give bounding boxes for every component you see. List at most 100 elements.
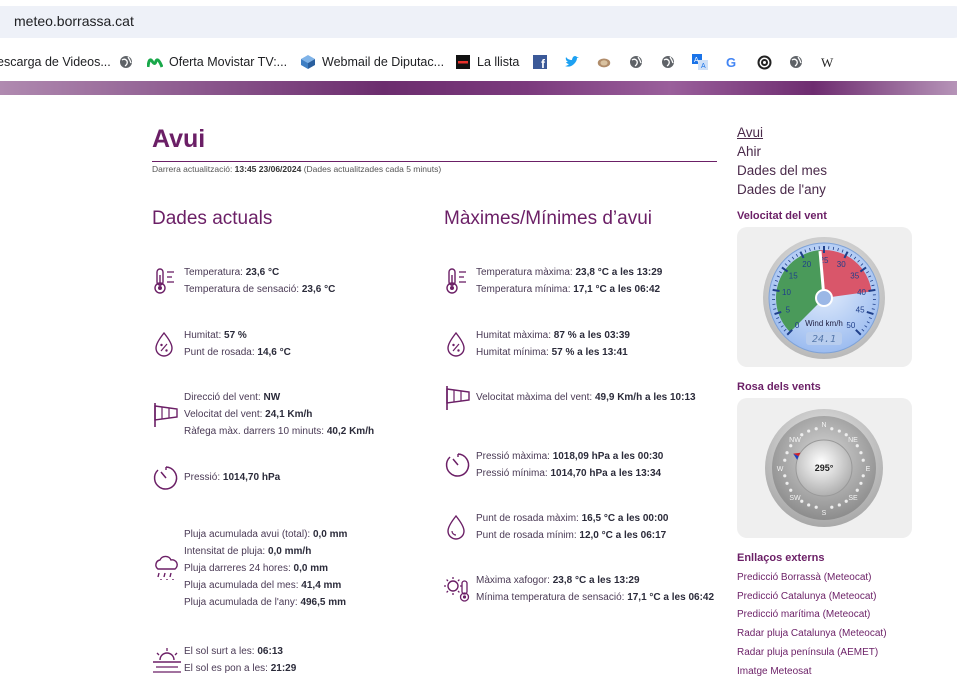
wind-rose-gauge: N NE E SE S SW W NW 295° xyxy=(737,398,912,538)
nav-month[interactable]: Dades del mes xyxy=(737,161,827,180)
data-row: Velocitat màxima del vent: 49,9 Km/h a l… xyxy=(476,389,696,406)
address-bar[interactable]: meteo.borrassa.cat xyxy=(0,0,957,45)
maxmin-pressure-block: Pressió màxima: 1018,09 hPa a les 00:30 P… xyxy=(476,448,663,482)
bookmark-item[interactable]: escarga de Videos... xyxy=(0,52,111,72)
data-value: 57 % a les 13:41 xyxy=(551,347,628,358)
rose-label: E xyxy=(866,466,871,473)
data-label: Humitat màxima: xyxy=(476,330,554,341)
bookmark-item[interactable] xyxy=(564,52,586,72)
external-links-heading: Enllaços externs xyxy=(737,552,825,564)
data-value: 06:13 xyxy=(257,646,283,657)
rain-icon xyxy=(152,555,180,583)
data-label: Punt de rosada mínim: xyxy=(476,530,580,541)
movistar-icon xyxy=(147,54,163,70)
data-value: 0,0 mm xyxy=(312,529,348,540)
data-value: 0,0 mm/h xyxy=(267,546,312,557)
bookmark-label: La llista xyxy=(477,55,520,69)
data-row: Direcció del vent: NW xyxy=(184,389,374,406)
bookmark-item[interactable]: AA xyxy=(692,52,714,72)
data-row: Pluja acumulada del mes: 41,4 mm xyxy=(184,577,347,594)
gauge-hub xyxy=(815,289,833,307)
data-value: 49,9 Km/h a les 10:13 xyxy=(594,392,696,403)
gauge-tick-label: 40 xyxy=(857,288,866,297)
url-pill[interactable] xyxy=(0,6,957,38)
nav-yesterday[interactable]: Ahir xyxy=(737,142,827,161)
gauge-tick xyxy=(868,288,876,292)
rose-dot xyxy=(785,451,789,455)
gauge-unit-label: Wind km/h xyxy=(805,319,843,328)
data-row: Pluja acumulada avui (total): 0,0 mm xyxy=(184,526,347,543)
rose-dot xyxy=(861,474,865,478)
bookmark-item[interactable]: Oferta Movistar TV:... xyxy=(147,52,287,72)
data-value: 23,6 °C xyxy=(245,267,280,278)
data-label: Pressió màxima: xyxy=(476,451,553,462)
current-sun-block: El sol surt a les: 06:13 El sol es pon a … xyxy=(184,643,296,677)
cube-icon xyxy=(300,54,316,70)
data-value: 1014,70 hPa a les 13:34 xyxy=(550,468,662,479)
link-meteosat[interactable]: Imatge Meteosat xyxy=(737,663,887,682)
rose-dot xyxy=(800,433,804,437)
data-label: Màxima xafogor: xyxy=(476,575,553,586)
data-row: Velocitat del vent: 24,1 Km/h xyxy=(184,406,374,423)
title-divider xyxy=(152,161,717,162)
link-prediccio-borrassa[interactable]: Predicció Borrassà (Meteocat) xyxy=(737,569,887,588)
link-radar-catalunya[interactable]: Radar pluja Catalunya (Meteocat) xyxy=(737,625,887,644)
barometer-icon xyxy=(444,451,472,479)
globe-icon xyxy=(628,54,644,70)
current-pressure-block: Pressió: 1014,70 hPa xyxy=(184,469,280,486)
data-label: Pluja acumulada avui (total): xyxy=(184,529,313,540)
bookmark-item[interactable]: W xyxy=(820,52,842,72)
current-temp-block: Temperatura: 23,6 °C Temperatura de sensa… xyxy=(184,264,335,298)
data-row: Pressió mínima: 1014,70 hPa a les 13:34 xyxy=(476,465,663,482)
bookmark-item[interactable]: La llista xyxy=(455,52,519,72)
data-label: Humitat: xyxy=(184,330,225,341)
current-humidity-block: Humitat: 57 % Punt de rosada: 14,6 °C xyxy=(184,327,291,361)
data-label: Pluja acumulada de l'any: xyxy=(184,597,301,608)
bookmark-item[interactable] xyxy=(118,52,140,72)
bookmark-item[interactable]: G xyxy=(724,52,746,72)
data-row: El sol es pon a les: 21:29 xyxy=(184,660,296,677)
data-value: 23,6 °C xyxy=(301,284,336,295)
rose-dot xyxy=(859,481,863,485)
rose-label: SW xyxy=(789,495,801,502)
data-value: 1014,70 hPa xyxy=(222,472,281,483)
data-value: 1018,09 hPa a les 00:30 xyxy=(552,451,664,462)
wind-rose-dial: N NE E SE S SW W NW 295° xyxy=(765,409,883,527)
data-row: Temperatura mínima: 17,1 °C a les 06:42 xyxy=(476,281,662,298)
bookmark-item[interactable]: f xyxy=(532,52,554,72)
link-prediccio-maritima[interactable]: Predicció marítima (Meteocat) xyxy=(737,606,887,625)
current-data-heading: Dades actuals xyxy=(152,208,273,229)
gauge-tick xyxy=(772,288,780,292)
bookmark-item[interactable] xyxy=(756,52,778,72)
data-label: Direcció del vent: xyxy=(184,392,264,403)
rose-dot xyxy=(807,503,811,507)
data-label: Punt de rosada: xyxy=(184,347,258,358)
data-label: Punt de rosada màxim: xyxy=(476,513,582,524)
humidity-icon xyxy=(152,330,180,358)
windsock-icon xyxy=(444,384,472,412)
data-row: Mínima temperatura de sensació: 17,1 °C … xyxy=(476,589,714,606)
data-value: 57 % xyxy=(224,330,247,341)
nav-year[interactable]: Dades de l'any xyxy=(737,180,827,199)
rose-dot xyxy=(785,481,789,485)
bookmark-item[interactable] xyxy=(788,52,810,72)
data-row: Pluja acumulada de l'any: 496,5 mm xyxy=(184,594,347,611)
data-label: Pluja acumulada del mes: xyxy=(184,580,302,591)
data-label: Temperatura de sensació: xyxy=(184,284,302,295)
bookmark-item[interactable] xyxy=(660,52,682,72)
svg-text:W: W xyxy=(821,55,834,69)
bookmark-item[interactable] xyxy=(628,52,650,72)
bookmark-label: Webmail de Diputac... xyxy=(322,55,445,69)
animal-icon xyxy=(596,54,612,70)
bookmark-item[interactable] xyxy=(596,52,618,72)
link-radar-peninsula[interactable]: Radar pluja península (AEMET) xyxy=(737,644,887,663)
url-text[interactable]: meteo.borrassa.cat xyxy=(14,13,134,29)
link-prediccio-catalunya[interactable]: Predicció Catalunya (Meteocat) xyxy=(737,588,887,607)
rose-label: N xyxy=(821,422,826,429)
gauge-tick-label: 30 xyxy=(837,260,846,269)
nav-today[interactable]: Avui xyxy=(737,123,827,142)
data-label: El sol surt a les: xyxy=(184,646,258,657)
data-value: 21:29 xyxy=(270,663,297,674)
bookmark-item[interactable]: Webmail de Diputac... xyxy=(300,52,444,72)
globe-icon xyxy=(660,54,676,70)
